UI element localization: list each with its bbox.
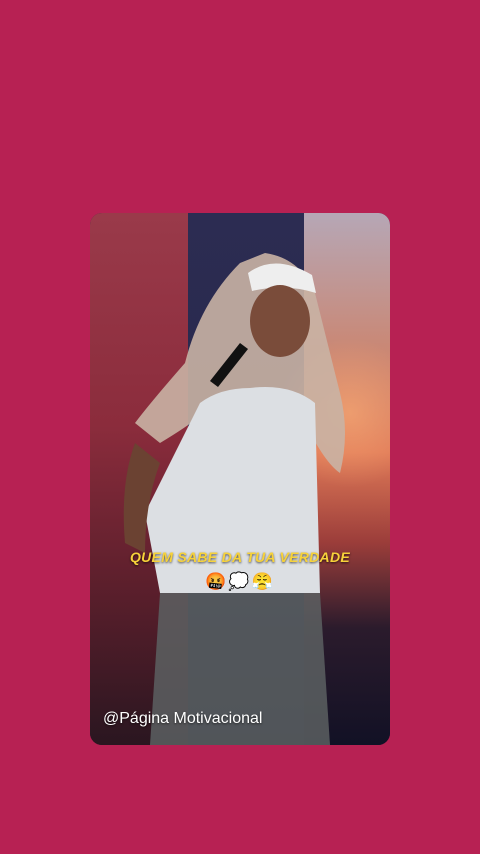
account-handle[interactable]: @Página Motivacional bbox=[103, 710, 262, 728]
story-caption: QUEM SABE DA TUA VERDADE bbox=[129, 549, 351, 565]
caption-emojis: 🤬💭😤 bbox=[205, 572, 275, 591]
video-frame[interactable]: QUEM SABE DA TUA VERDADE 🤬💭😤 @Página Mot… bbox=[90, 213, 390, 745]
head-shape bbox=[250, 285, 310, 357]
performer-silhouette bbox=[123, 253, 345, 745]
